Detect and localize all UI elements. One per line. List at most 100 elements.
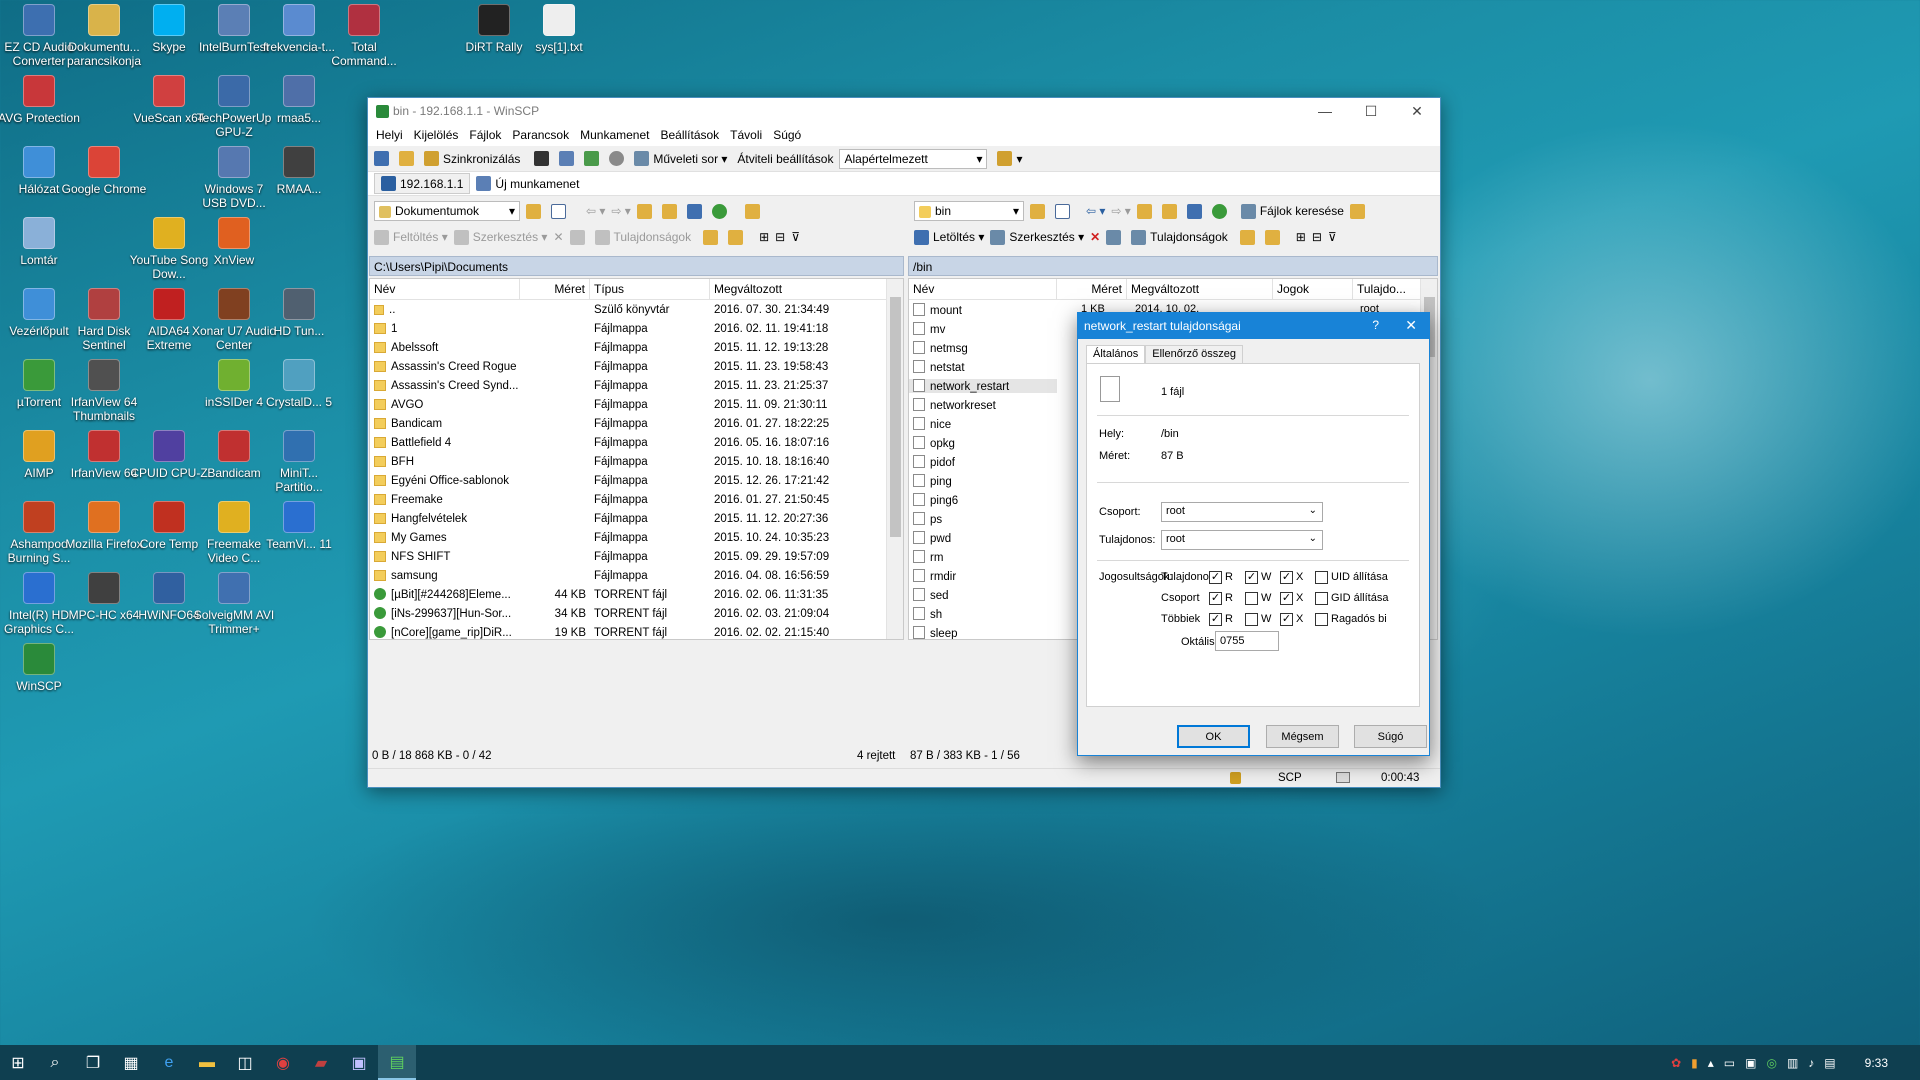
local-new-file-button[interactable]	[728, 229, 747, 245]
title-bar[interactable]: bin - 192.168.1.1 - WinSCP — ☐ ✕	[368, 98, 1440, 124]
new-session-tab[interactable]: Új munkamenet	[476, 176, 579, 191]
search-button[interactable]: ⌕	[36, 1045, 74, 1080]
table-row[interactable]: samsung Fájlmappa 2016. 04. 08. 16:56:59	[370, 566, 903, 585]
local-properties-button[interactable]: Tulajdonságok	[594, 229, 691, 245]
column-rights[interactable]: Jogok	[1273, 279, 1353, 299]
group-select[interactable]: root ⌄	[1161, 502, 1323, 522]
tab-general[interactable]: Általános	[1086, 345, 1146, 363]
local-filter2-button[interactable]: ⊽	[791, 230, 800, 244]
putty-button[interactable]	[559, 151, 578, 166]
remote-new-folder-button[interactable]	[1239, 229, 1259, 245]
remote-filter2-button[interactable]: ⊽	[1328, 230, 1337, 244]
remote-open-folder-button[interactable]	[1030, 203, 1049, 219]
table-row[interactable]: [nCore][game_rip]DiR... 19 KB TORRENT fájl…	[370, 623, 903, 639]
special-bit-checkbox[interactable]	[1315, 613, 1328, 626]
local-root-button[interactable]	[661, 203, 681, 219]
column-type[interactable]: Típus	[590, 279, 710, 299]
remote-root-button[interactable]	[1161, 203, 1181, 219]
local-path-bar[interactable]: C:\Users\Pipi\Documents	[369, 256, 904, 276]
table-row[interactable]: My Games Fájlmappa 2015. 10. 24. 10:35:23	[370, 528, 903, 547]
menu-item[interactable]: Munkamenet	[580, 128, 649, 142]
special-bit-checkbox[interactable]	[1315, 571, 1328, 584]
menu-item[interactable]: Súgó	[773, 128, 801, 142]
local-panel-button[interactable]	[374, 151, 393, 166]
tray-app-icon[interactable]: ▴	[1708, 1056, 1714, 1070]
local-scroll-thumb[interactable]	[890, 297, 901, 537]
help-button[interactable]: Súgó	[1354, 725, 1427, 748]
table-row[interactable]: Hangfelvételek Fájlmappa 2015. 11. 12. 20:…	[370, 509, 903, 528]
local-parent-button[interactable]	[636, 203, 656, 219]
console-button[interactable]	[534, 151, 553, 166]
remote-delete-button[interactable]: ✕	[1090, 230, 1100, 244]
table-row[interactable]: [iNs-299637][Hun-Sor... 34 KB TORRENT fájl…	[370, 604, 903, 623]
chrome-taskbar-icon[interactable]: ◉	[264, 1045, 302, 1080]
desktop-icon[interactable]: IrfanView 64 Thumbnails	[61, 359, 147, 423]
local-back-button[interactable]: ⇦ ▾	[586, 204, 605, 218]
store-taskbar-icon[interactable]: ◫	[226, 1045, 264, 1080]
remote-properties-button[interactable]: Tulajdonságok	[1131, 229, 1228, 245]
task-view-button[interactable]: ❐	[74, 1045, 112, 1080]
transfer-options-button[interactable]: ▾	[997, 151, 1023, 166]
clock[interactable]: 9:33	[1865, 1056, 1888, 1070]
maximize-button[interactable]: ☐	[1348, 98, 1394, 124]
volume-icon[interactable]: ♪	[1808, 1056, 1814, 1070]
perm-r-checkbox[interactable]: ✓	[1209, 613, 1222, 626]
table-row[interactable]: Bandicam Fájlmappa 2016. 01. 27. 18:22:25	[370, 414, 903, 433]
tab-checksum[interactable]: Ellenőrző összeg	[1145, 345, 1244, 363]
remote-parent-button[interactable]	[1136, 203, 1156, 219]
edge-taskbar-icon[interactable]: e	[150, 1045, 188, 1080]
table-row[interactable]: Assassin's Creed Synd... Fájlmappa 2015. 1…	[370, 376, 903, 395]
local-find-button[interactable]	[744, 203, 764, 219]
remote-tree-button[interactable]	[1349, 203, 1369, 219]
remote-forward-button[interactable]: ⇨ ▾	[1111, 204, 1130, 218]
table-row[interactable]: Egyéni Office-sablonok Fájlmappa 2015. 12.…	[370, 471, 903, 490]
table-row[interactable]: Abelssoft Fájlmappa 2015. 11. 12. 19:13:28	[370, 338, 903, 357]
local-select-button[interactable]: ⊞	[759, 230, 769, 244]
help-icon[interactable]: ?	[1372, 318, 1379, 332]
tab-session[interactable]: 192.168.1.1	[374, 173, 471, 194]
tray-app-icon[interactable]: ▭	[1724, 1056, 1735, 1070]
remote-rename-button[interactable]	[1106, 229, 1125, 245]
desktop-icon[interactable]: RMAA...	[256, 146, 342, 196]
menu-item[interactable]: Fájlok	[469, 128, 501, 142]
perm-x-checkbox[interactable]: ✓	[1280, 571, 1293, 584]
table-row[interactable]: .. Szülő könyvtár 2016. 07. 30. 21:34:49	[370, 300, 903, 319]
dialog-close-button[interactable]: ✕	[1405, 317, 1417, 334]
table-row[interactable]: AVGO Fájlmappa 2015. 11. 09. 21:30:11	[370, 395, 903, 414]
local-refresh-button[interactable]	[711, 203, 731, 219]
transfer-preset-select[interactable]: Alapértelmezett ▾	[839, 148, 988, 169]
ok-button[interactable]: OK	[1177, 725, 1250, 748]
sync-browse-button[interactable]	[399, 151, 418, 166]
menu-item[interactable]: Helyi	[376, 128, 403, 142]
menu-item[interactable]: Beállítások	[660, 128, 719, 142]
properties-dialog[interactable]: network_restart tulajdonságai ? ✕ Általá…	[1077, 312, 1430, 756]
desktop-icon[interactable]: Google Chrome	[61, 146, 147, 196]
network-tray-icon[interactable]: ▥	[1787, 1056, 1798, 1070]
table-row[interactable]: BFH Fájlmappa 2015. 10. 18. 18:16:40	[370, 452, 903, 471]
menu-item[interactable]: Parancsok	[512, 128, 569, 142]
desktop-icon[interactable]: Total Command...	[321, 4, 407, 68]
desktop-icon[interactable]: AVG Protection	[0, 75, 82, 125]
local-forward-button[interactable]: ⇨ ▾	[611, 204, 630, 218]
download-button[interactable]: Letöltés ▾	[914, 229, 984, 245]
table-row[interactable]: Freemake Fájlmappa 2016. 01. 27. 21:50:45	[370, 490, 903, 509]
tray-app-icon[interactable]: ▮	[1691, 1056, 1698, 1070]
perm-w-checkbox[interactable]: ✓	[1245, 571, 1258, 584]
calculator-taskbar-icon[interactable]: ▦	[112, 1045, 150, 1080]
remote-select-button[interactable]: ⊞	[1296, 230, 1306, 244]
remote-path-bar[interactable]: /bin	[908, 256, 1438, 276]
table-row[interactable]: 1 Fájlmappa 2016. 02. 11. 19:41:18	[370, 319, 903, 338]
flag-taskbar-icon[interactable]: ▰	[302, 1045, 340, 1080]
queue-button[interactable]: Műveleti sor ▾	[634, 151, 727, 166]
start-button[interactable]: ⊞	[0, 1045, 36, 1080]
menu-item[interactable]: Kijelölés	[414, 128, 459, 142]
owner-select[interactable]: root ⌄	[1161, 530, 1323, 550]
table-row[interactable]: Assassin's Creed Rogue Fájlmappa 2015. 11.…	[370, 357, 903, 376]
remote-refresh-button[interactable]	[1211, 203, 1231, 219]
desktop-icon[interactable]: TeamVi... 11	[256, 501, 342, 551]
cancel-button[interactable]: Mégsem	[1266, 725, 1339, 748]
perm-w-checkbox[interactable]	[1245, 613, 1258, 626]
remote-back-button[interactable]: ⇦ ▾	[1086, 204, 1105, 218]
remote-filter-button[interactable]	[1055, 203, 1074, 219]
torrent-tray-icon[interactable]: ◎	[1766, 1056, 1776, 1070]
